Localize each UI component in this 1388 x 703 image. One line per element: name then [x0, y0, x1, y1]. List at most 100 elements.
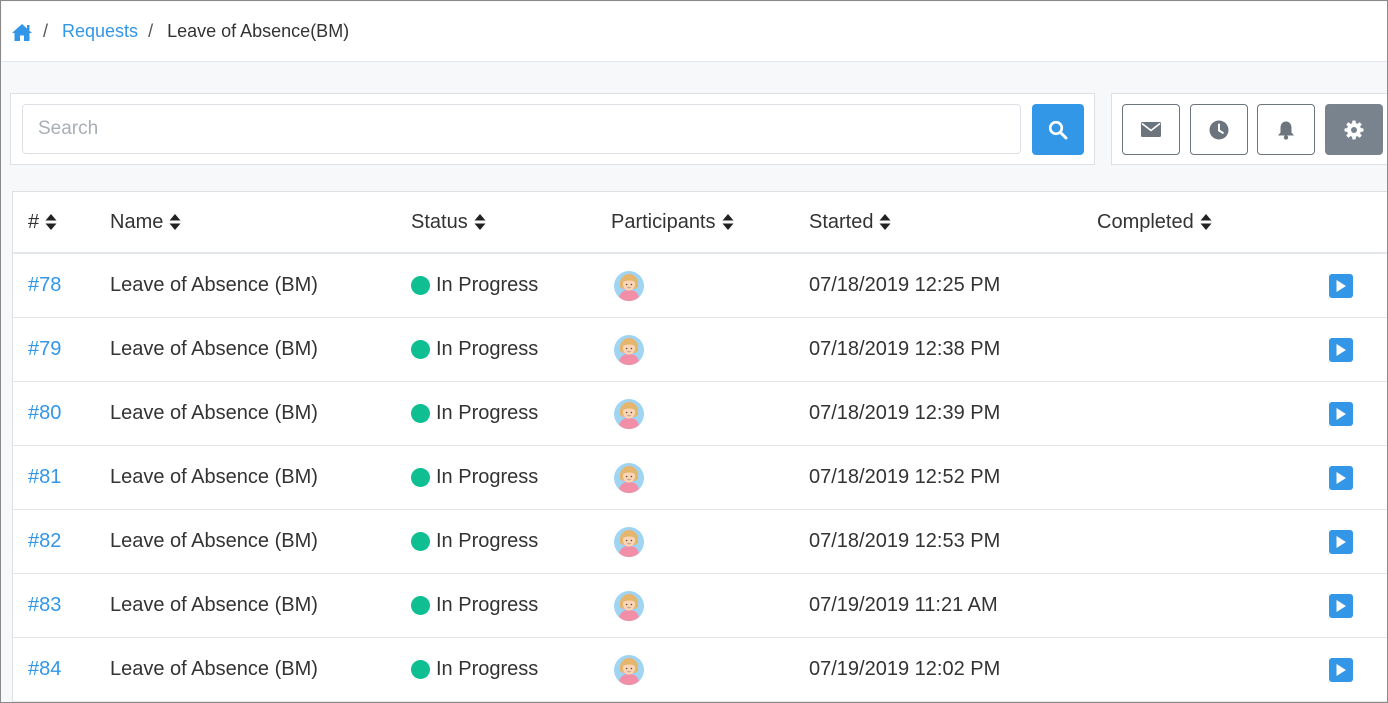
started-date: 07/19/2019 12:02 PM: [809, 658, 1001, 680]
messages-button[interactable]: [1122, 104, 1180, 155]
table-row: #83 Leave of Absence (BM) In Progress 07/19…: [13, 574, 1387, 638]
play-icon: [1329, 273, 1353, 298]
status-dot-icon: [411, 468, 430, 487]
app-frame: / Requests / Leave of Absence(BM) Search…: [0, 0, 1388, 703]
sort-icon: [474, 213, 486, 231]
avatar[interactable]: [613, 462, 645, 494]
status-dot-icon: [411, 276, 430, 295]
started-date: 07/18/2019 12:38 PM: [809, 338, 1001, 360]
breadcrumb-current: Leave of Absence(BM): [167, 21, 350, 41]
request-id-link[interactable]: #79: [28, 318, 61, 381]
table-row: #81 Leave of Absence (BM) In Progress 07/18…: [13, 446, 1387, 510]
status-cell: In Progress: [411, 510, 538, 573]
participants-cell: [613, 638, 645, 701]
column-header-status[interactable]: Status: [411, 192, 486, 252]
search-input[interactable]: [22, 104, 1021, 154]
column-header-name[interactable]: Name: [110, 192, 181, 252]
status-label: In Progress: [436, 466, 539, 488]
breadcrumb: / Requests / Leave of Absence(BM): [2, 2, 1387, 62]
search-button[interactable]: [1032, 104, 1084, 155]
column-label: Participants: [611, 210, 716, 233]
breadcrumb-separator: /: [43, 21, 49, 41]
table-row: #79 Leave of Absence (BM) In Progress 07/18…: [13, 318, 1387, 382]
status-label: In Progress: [436, 530, 539, 552]
request-id-link[interactable]: #82: [28, 510, 61, 573]
search-panel: [10, 93, 1095, 165]
request-id-link[interactable]: #84: [28, 638, 61, 701]
open-request-button[interactable]: [1329, 382, 1353, 445]
envelope-icon: [1141, 122, 1161, 137]
status-label: In Progress: [436, 338, 539, 360]
status-cell: In Progress: [411, 318, 538, 381]
request-name: Leave of Absence (BM): [110, 274, 318, 296]
avatar[interactable]: [613, 334, 645, 366]
breadcrumb-link-requests[interactable]: Requests: [62, 21, 138, 42]
status-label: In Progress: [436, 274, 539, 296]
request-id-link[interactable]: #81: [28, 446, 61, 509]
avatar[interactable]: [613, 526, 645, 558]
column-label: Completed: [1097, 210, 1194, 233]
participants-cell: [613, 254, 645, 317]
sort-icon: [1200, 213, 1212, 231]
status-label: In Progress: [436, 594, 539, 616]
request-name: Leave of Absence (BM): [110, 338, 318, 360]
status-dot-icon: [411, 404, 430, 423]
sort-icon: [45, 213, 57, 231]
avatar[interactable]: [613, 398, 645, 430]
play-icon: [1329, 529, 1353, 554]
avatar[interactable]: [613, 270, 645, 302]
sort-icon: [722, 213, 734, 231]
participants-cell: [613, 510, 645, 573]
bell-icon: [1277, 120, 1295, 140]
requests-table: # Name Status Participants Started Compl…: [12, 191, 1387, 702]
settings-button[interactable]: [1325, 104, 1383, 155]
request-name: Leave of Absence (BM): [110, 594, 318, 616]
status-cell: In Progress: [411, 254, 538, 317]
request-id-link[interactable]: #83: [28, 574, 61, 637]
request-name: Leave of Absence (BM): [110, 658, 318, 680]
notifications-button[interactable]: [1257, 104, 1315, 155]
status-cell: In Progress: [411, 382, 538, 445]
status-label: In Progress: [436, 658, 539, 680]
status-dot-icon: [411, 596, 430, 615]
table-row: #78 Leave of Absence (BM) In Progress 07/18…: [13, 254, 1387, 318]
column-label: Name: [110, 210, 164, 233]
play-icon: [1329, 465, 1353, 490]
started-date: 07/18/2019 12:52 PM: [809, 466, 1001, 488]
status-dot-icon: [411, 532, 430, 551]
column-label: #: [28, 210, 40, 233]
participants-cell: [613, 318, 645, 381]
open-request-button[interactable]: [1329, 318, 1353, 381]
request-id-link[interactable]: #80: [28, 382, 61, 445]
column-label: Status: [411, 210, 468, 233]
open-request-button[interactable]: [1329, 446, 1353, 509]
started-date: 07/18/2019 12:25 PM: [809, 274, 1001, 296]
table-row: #82 Leave of Absence (BM) In Progress 07/18…: [13, 510, 1387, 574]
avatar[interactable]: [613, 654, 645, 686]
request-id-link[interactable]: #78: [28, 254, 61, 317]
column-header-id[interactable]: #: [28, 192, 57, 252]
open-request-button[interactable]: [1329, 638, 1353, 701]
play-icon: [1329, 593, 1353, 618]
home-icon[interactable]: [11, 22, 33, 42]
request-name: Leave of Absence (BM): [110, 402, 318, 424]
clock-icon: [1209, 120, 1229, 140]
toolbar-panel: [1111, 93, 1387, 165]
open-request-button[interactable]: [1329, 574, 1353, 637]
participants-cell: [613, 574, 645, 637]
history-button[interactable]: [1190, 104, 1248, 155]
gear-icon: [1344, 120, 1364, 140]
table-row: #80 Leave of Absence (BM) In Progress 07/18…: [13, 382, 1387, 446]
open-request-button[interactable]: [1329, 254, 1353, 317]
search-icon: [1048, 120, 1068, 140]
started-date: 07/18/2019 12:39 PM: [809, 402, 1001, 424]
avatar[interactable]: [613, 590, 645, 622]
request-name: Leave of Absence (BM): [110, 466, 318, 488]
column-header-completed[interactable]: Completed: [1097, 192, 1212, 252]
column-header-participants[interactable]: Participants: [611, 192, 734, 252]
table-row: #84 Leave of Absence (BM) In Progress 07/19…: [13, 638, 1387, 702]
open-request-button[interactable]: [1329, 510, 1353, 573]
started-date: 07/19/2019 11:21 AM: [809, 594, 998, 616]
column-header-started[interactable]: Started: [809, 192, 891, 252]
sort-icon: [879, 213, 891, 231]
